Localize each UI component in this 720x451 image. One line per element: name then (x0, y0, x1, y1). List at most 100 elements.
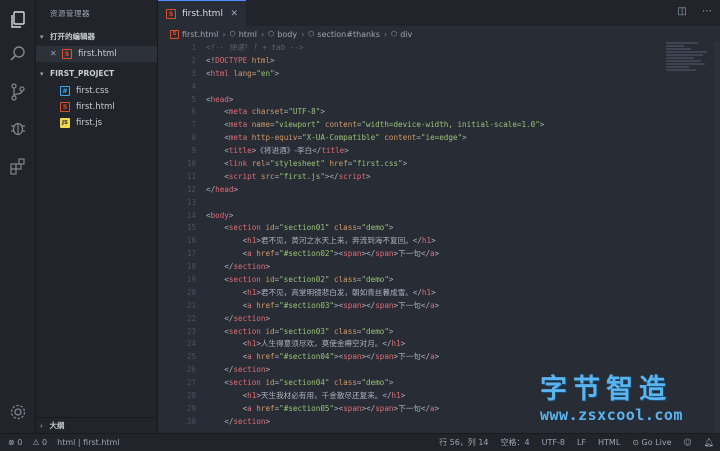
code-token: href (251, 352, 275, 362)
breadcrumb-item[interactable]: html (239, 30, 257, 39)
breadcrumb-item[interactable]: div (400, 30, 412, 39)
code-line[interactable]: <!DOCTYPE html> (206, 55, 656, 68)
code-line[interactable]: <head> (206, 94, 656, 107)
code-line[interactable]: <h1>君不见，黄河之水天上来，奔流到海不复回。</h1> (206, 235, 656, 248)
code-token: script (338, 171, 367, 181)
code-token: span (343, 403, 362, 413)
code-line[interactable]: <meta name="viewport" content="width=dev… (206, 119, 656, 132)
line-number: 1 (191, 43, 196, 52)
code-token: content (320, 120, 357, 130)
line-number: 17 (186, 249, 196, 259)
feedback-icon[interactable]: ☺ (684, 438, 692, 447)
code-token: href (324, 159, 348, 169)
more-actions-icon[interactable]: ⋯ (702, 6, 712, 17)
encoding[interactable]: UTF-8 (542, 438, 565, 447)
indentation[interactable]: 空格：4 (501, 437, 530, 448)
settings-gear-icon[interactable] (8, 402, 28, 422)
code-line[interactable]: </section> (206, 261, 656, 274)
code-token: >< (334, 300, 344, 310)
html5-file-icon: 5 (170, 29, 179, 39)
file-item[interactable]: 5 first.html (36, 99, 157, 115)
file-name: first.js (76, 118, 103, 128)
search-icon[interactable] (8, 44, 28, 64)
code-token: </ (420, 300, 431, 310)
code-line[interactable]: <section id="section01" class="demo"> (206, 222, 656, 235)
code-line[interactable]: <a href="#section03"><span></span>下一句</a… (206, 300, 656, 313)
code-line[interactable]: <h1>人生得意须尽欢，莫使金樽空对月。</h1> (206, 338, 656, 351)
code-token: body (210, 210, 229, 220)
line-ending[interactable]: LF (577, 438, 586, 447)
code-token: < (206, 236, 248, 246)
code-token: </ (412, 236, 422, 246)
cursor-position[interactable]: 行 56，列 14 (439, 437, 488, 448)
code-line[interactable]: <h1>君不见，高堂明镜悲白发，朝如青丝暮成雪。</h1> (206, 287, 656, 300)
code-line[interactable]: <body> (206, 210, 656, 223)
breadcrumb-item[interactable]: section#thanks (317, 30, 380, 39)
breadcrumb-item[interactable]: body (277, 30, 297, 39)
code-line[interactable]: </section> (206, 313, 656, 326)
code-token: > (265, 262, 271, 272)
code-token: > (265, 365, 271, 375)
file-item[interactable]: # first.css (36, 83, 157, 99)
code-line[interactable] (206, 81, 656, 94)
open-editor-item[interactable]: ✕ 5 first.html (36, 46, 157, 62)
code-token: class (329, 275, 357, 285)
code-line[interactable]: <section id="section03" class="demo"> (206, 326, 656, 339)
code-token: span (343, 352, 362, 362)
open-editors-header[interactable]: ▾ 打开的编辑器 (36, 28, 157, 46)
go-live-button[interactable]: ⊙ Go Live (632, 438, 671, 447)
warnings-count[interactable]: ⚠ 0 (32, 438, 47, 447)
code-line[interactable] (206, 197, 656, 210)
code-token: > (388, 223, 394, 233)
code-token: "#section04" (279, 352, 335, 362)
code-line[interactable]: <a href="#section04"><span></span>下一句</a… (206, 351, 656, 364)
code-line[interactable]: <meta charset="UTF-8"> (206, 106, 656, 119)
code-token: < (206, 391, 248, 401)
code-line[interactable]: <script src="first.js"></script> (206, 171, 656, 184)
code-token: 君不见，高堂明镜悲白发，朝如青丝暮成雪。 (260, 287, 413, 297)
code-token: id (260, 223, 275, 233)
code-token: section (233, 313, 266, 323)
language-mode[interactable]: HTML (598, 438, 620, 447)
extensions-icon[interactable] (8, 156, 28, 176)
code-token: span (343, 300, 362, 310)
errors-count[interactable]: ⊗ 0 (8, 438, 22, 447)
watermark-logo: 字节智造 www.zsxcool.com (540, 367, 720, 433)
tab-first-html[interactable]: 5 first.html ✕ (158, 0, 246, 26)
code-token: section (233, 416, 266, 426)
code-line[interactable]: <!-- 快速! ! + tab --> (206, 42, 656, 55)
split-editor-icon[interactable]: ◫ (677, 6, 686, 17)
outline-header[interactable]: › 大纲 (36, 417, 157, 433)
code-line[interactable]: </head> (206, 184, 656, 197)
cube-icon: ⬡ (268, 30, 275, 38)
code-token: h1 (391, 339, 401, 349)
line-number: 13 (186, 197, 196, 207)
notifications-bell-icon[interactable]: 🔔︎ (704, 438, 714, 447)
code-token: "demo" (361, 223, 389, 233)
line-number-gutter: 1 2 3 4 5 6 7 8 9 10 11 12 13 14 15 16 17 18 19 20 21 22 23 24 2… (158, 42, 200, 429)
code-line[interactable]: <html lang="en"> (206, 68, 656, 81)
project-folder-header[interactable]: ▾ FIRST_PROJECT (36, 65, 157, 83)
source-control-icon[interactable] (8, 82, 28, 102)
close-icon[interactable]: ✕ (50, 46, 62, 62)
breadcrumb-item[interactable]: first.html (182, 30, 218, 39)
file-path-status[interactable]: html | first.html (57, 438, 119, 447)
js-file-icon: JS (60, 118, 70, 128)
line-number: 7 (191, 120, 196, 130)
close-icon[interactable]: ✕ (230, 9, 238, 19)
minimap[interactable] (666, 42, 712, 82)
code-line[interactable]: <section id="section02" class="demo"> (206, 274, 656, 287)
code-token: "en" (256, 68, 275, 78)
code-token: "section03" (279, 326, 330, 336)
explorer-icon[interactable] (8, 10, 28, 30)
debug-icon[interactable] (8, 118, 28, 138)
code-line[interactable]: <a href="#section02"><span></span>下一句</a… (206, 248, 656, 261)
file-item[interactable]: JS first.js (36, 115, 157, 131)
code-line[interactable]: <title>《将进酒》-李白</title> (206, 145, 656, 158)
code-token: id (260, 326, 275, 336)
code-line[interactable]: <link rel="stylesheet" href="first.css"> (206, 158, 656, 171)
code-token: 下一句 (398, 352, 421, 362)
line-number: 28 (186, 391, 196, 401)
code-token: </ (206, 184, 216, 194)
code-line[interactable]: <meta http-equiv="X-UA-Compatible" conte… (206, 132, 656, 145)
